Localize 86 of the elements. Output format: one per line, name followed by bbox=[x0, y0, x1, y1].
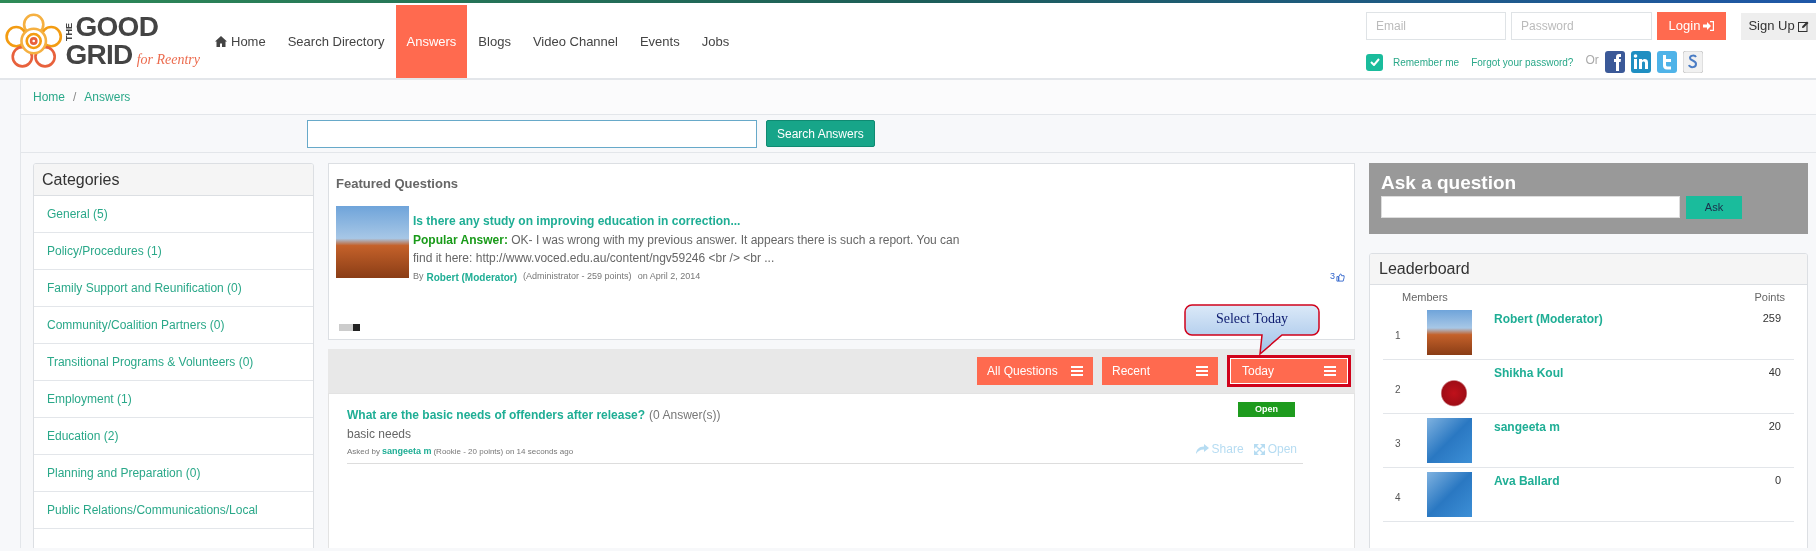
logo-text: GOOD bbox=[75, 12, 159, 41]
author-role: (Administrator - 259 points) bbox=[523, 270, 632, 284]
question-excerpt: basic needs bbox=[347, 426, 413, 443]
nav-link[interactable]: Video Channel bbox=[521, 5, 629, 78]
author-link[interactable]: Robert (Moderator) bbox=[426, 269, 518, 285]
panel-title: Categories bbox=[34, 164, 313, 196]
points-value: 20 bbox=[1768, 418, 1782, 434]
rank-number: 4 bbox=[1394, 490, 1402, 505]
facebook-icon[interactable] bbox=[1604, 51, 1625, 73]
menu-icon bbox=[1071, 366, 1083, 376]
column-header: Points bbox=[1754, 290, 1785, 305]
filter-button[interactable]: Today bbox=[1227, 355, 1351, 387]
popular-answer-text: Popular Answer: OK- I was wrong with my previous answer. It appears there is such a report. You can find it here: http://www.voced.edu.au/content/ngv59246 <br /> <br ... bbox=[413, 231, 961, 267]
filter-button[interactable]: Recent bbox=[1102, 357, 1218, 385]
breadcrumb-link[interactable]: Answers bbox=[84, 88, 131, 106]
answer-count: (0 Answer(s)) bbox=[649, 407, 721, 424]
linkedin-icon[interactable] bbox=[1630, 51, 1651, 73]
points-value: 0 bbox=[1774, 472, 1782, 488]
menu-icon bbox=[1324, 366, 1336, 376]
points-value: 40 bbox=[1768, 364, 1782, 380]
password-field[interactable]: Password bbox=[1511, 12, 1652, 40]
rank-number: 3 bbox=[1394, 436, 1402, 451]
author-link[interactable]: sangeeta m bbox=[381, 445, 432, 459]
breadcrumb-separator: / bbox=[73, 89, 77, 106]
nav-link[interactable]: Answers bbox=[395, 5, 468, 78]
byline-label: By bbox=[413, 270, 424, 284]
email-field[interactable]: Email bbox=[1366, 12, 1506, 40]
sign-in-icon bbox=[1703, 21, 1715, 31]
question-link[interactable]: What are the basic needs of offenders after release? bbox=[347, 406, 646, 424]
search-answers-button[interactable]: Search Answers bbox=[766, 120, 875, 147]
remember-me-checkbox[interactable] bbox=[1366, 53, 1383, 71]
share-icon bbox=[1195, 444, 1209, 454]
nav-link[interactable]: Blogs bbox=[467, 5, 522, 78]
check-icon bbox=[1369, 58, 1380, 66]
forgot-password-link[interactable]: Forgot your password? bbox=[1471, 54, 1574, 70]
like-count: 3 bbox=[1330, 270, 1335, 284]
menu-icon bbox=[1196, 366, 1208, 376]
panel-title: Leaderboard bbox=[1370, 254, 1807, 285]
search-field[interactable] bbox=[307, 119, 757, 148]
nav-link[interactable]: Jobs bbox=[690, 5, 741, 78]
category-link[interactable]: Employment (1) bbox=[34, 381, 313, 418]
question-link[interactable]: Is there any study on improving education in correction... bbox=[413, 211, 1345, 230]
default-avatar bbox=[1427, 417, 1472, 463]
photo-placeholder bbox=[1427, 309, 1472, 355]
twitter-icon[interactable] bbox=[1656, 51, 1677, 73]
author-meta: (Rookie - 20 points) on 14 seconds ago bbox=[433, 445, 574, 458]
category-link[interactable]: Family Support and Reunification (0) bbox=[34, 270, 313, 307]
member-link[interactable]: Robert (Moderator) bbox=[1494, 309, 1603, 328]
expand-icon bbox=[1253, 443, 1265, 455]
member-link[interactable]: Ava Ballard bbox=[1494, 471, 1560, 490]
rank-number: 1 bbox=[1394, 328, 1402, 343]
category-link[interactable]: Policy/Procedures (1) bbox=[34, 233, 313, 270]
points-value: 259 bbox=[1762, 310, 1782, 326]
nav-link[interactable]: Search Directory bbox=[276, 5, 396, 78]
section-title: Featured Questions bbox=[335, 175, 460, 193]
byline-label: Asked by bbox=[347, 445, 380, 458]
rank-number: 2 bbox=[1394, 382, 1402, 397]
logo-text: THE bbox=[65, 22, 75, 41]
column-header: Members bbox=[1402, 290, 1448, 305]
logo-text: GRID bbox=[65, 40, 133, 69]
category-link[interactable]: Planning and Preparation (0) bbox=[34, 455, 313, 492]
panel-title: Ask a question bbox=[1381, 172, 1518, 194]
question-field[interactable] bbox=[1381, 196, 1680, 218]
nav-link[interactable]: Home bbox=[204, 5, 277, 78]
category-link[interactable]: General (5) bbox=[34, 196, 313, 233]
default-avatar bbox=[1427, 471, 1472, 517]
sign-up-button[interactable]: Sign Up bbox=[1741, 12, 1816, 40]
thumbs-up-icon[interactable] bbox=[1336, 272, 1345, 282]
callout-text: Select Today bbox=[1214, 310, 1290, 328]
category-link[interactable]: Education (2) bbox=[34, 418, 313, 455]
breadcrumb-link[interactable]: Home bbox=[33, 88, 65, 106]
logo-tagline: for Reentry bbox=[136, 52, 200, 69]
remember-me-label: Remember me bbox=[1393, 55, 1460, 70]
category-link[interactable]: Transitional Programs & Volunteers (0) bbox=[34, 344, 313, 381]
login-button[interactable]: Login bbox=[1657, 12, 1727, 40]
nav-link[interactable]: Events bbox=[628, 5, 691, 78]
category-link[interactable]: Public Relations/Communications/Local bbox=[34, 492, 313, 529]
ask-button[interactable]: Ask bbox=[1686, 196, 1742, 219]
status-badge: Open bbox=[1238, 402, 1295, 417]
edit-icon bbox=[1797, 20, 1809, 32]
category-link[interactable]: Community/Coalition Partners (0) bbox=[34, 307, 313, 344]
or-text: Or bbox=[1585, 52, 1599, 69]
post-date: on April 2, 2014 bbox=[637, 270, 701, 284]
member-link[interactable]: sangeeta m bbox=[1494, 417, 1561, 436]
member-link[interactable]: Shikha Koul bbox=[1494, 363, 1564, 382]
filter-button[interactable]: All Questions bbox=[977, 357, 1093, 385]
